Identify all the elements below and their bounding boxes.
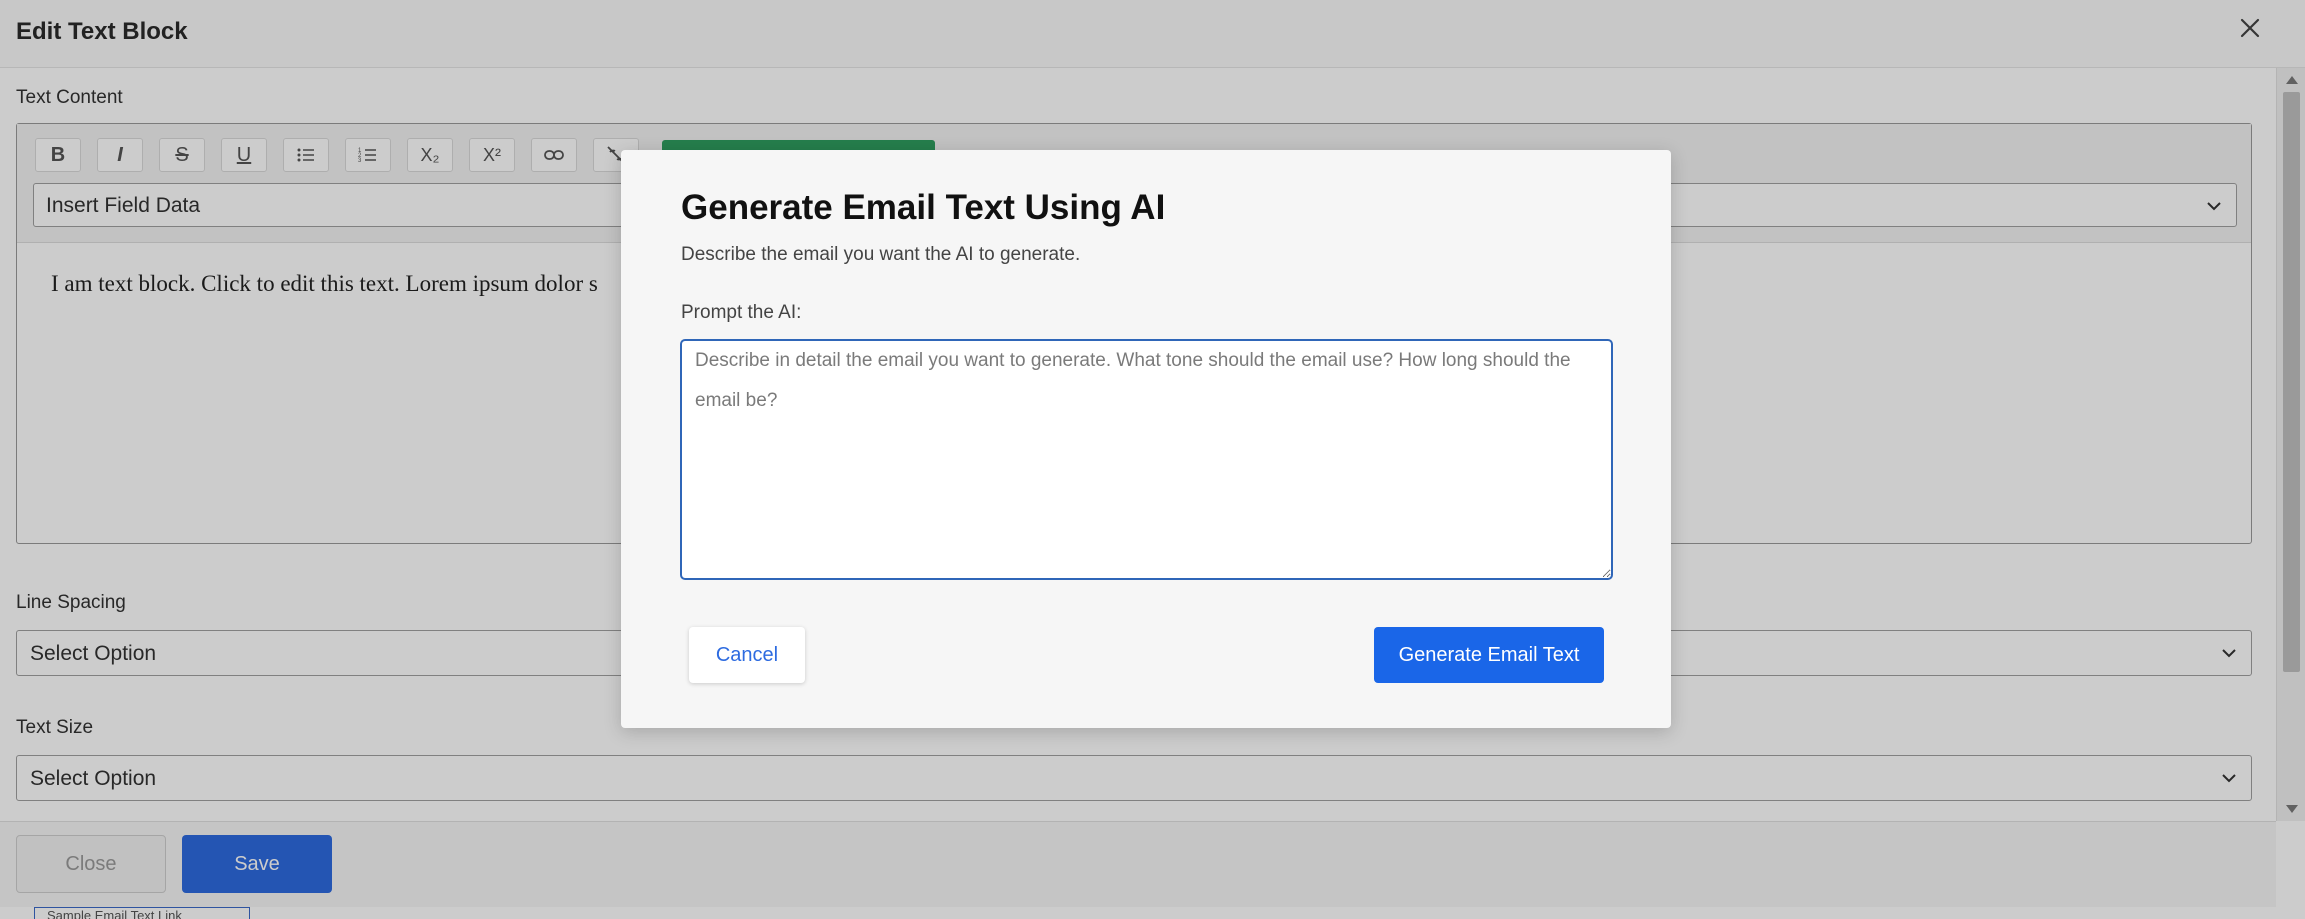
generate-ai-modal: Generate Email Text Using AI Describe th… — [621, 150, 1671, 728]
cancel-button[interactable]: Cancel — [689, 627, 805, 683]
modal-subtitle: Describe the email you want the AI to ge… — [681, 244, 1081, 265]
prompt-textarea[interactable] — [680, 339, 1613, 580]
generate-email-text-button[interactable]: Generate Email Text — [1374, 627, 1604, 683]
modal-title: Generate Email Text Using AI — [681, 188, 1166, 227]
prompt-label: Prompt the AI: — [681, 302, 802, 323]
